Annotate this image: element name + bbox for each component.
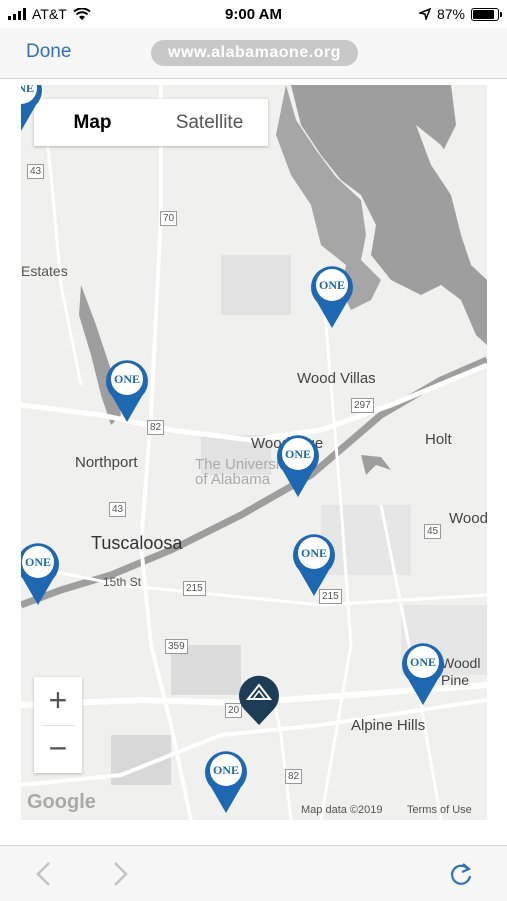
place-label-northport: Northport <box>75 454 138 471</box>
route-shield: 43 <box>27 164 45 179</box>
route-shield: 82 <box>147 420 165 435</box>
map-view[interactable]: Map Satellite Estates Wood Villas Northp… <box>21 85 487 820</box>
zoom-control: + − <box>34 677 82 773</box>
pin-label: ONE <box>318 278 345 292</box>
route-shield: 43 <box>109 502 127 517</box>
battery-fill <box>473 9 494 19</box>
logo-marker-icon[interactable] <box>238 673 280 725</box>
place-label-woodl-pine: Woodl Pine <box>441 655 481 688</box>
zoom-divider <box>42 725 74 726</box>
route-shield: 297 <box>351 398 374 413</box>
url-pill[interactable]: www.alabamaone.org <box>151 40 358 66</box>
route-shield: 82 <box>285 769 303 784</box>
location-arrow-icon <box>418 8 431 20</box>
battery-icon <box>471 7 502 21</box>
pin-label: ONE <box>113 372 140 386</box>
location-pin[interactable]: ONE <box>104 356 150 422</box>
refresh-icon[interactable] <box>448 860 474 888</box>
location-pin[interactable]: ONE <box>21 85 44 131</box>
route-shield: 359 <box>165 639 188 654</box>
route-shield: 215 <box>183 581 206 596</box>
battery-percent: 87% <box>436 6 465 22</box>
map-attribution: Map data ©2019 <box>301 804 383 816</box>
map-type-map[interactable]: Map <box>34 99 151 146</box>
pin-label: ONE <box>409 655 436 669</box>
forward-chevron-icon[interactable] <box>112 860 130 888</box>
terms-of-use-link[interactable]: Terms of Use <box>407 804 472 816</box>
pin-label: ONE <box>300 546 327 560</box>
place-label-wood-villas: Wood Villas <box>297 370 376 387</box>
route-shield: 70 <box>160 211 178 226</box>
location-pin[interactable]: ONE <box>309 262 355 328</box>
place-label-wood: Wood <box>449 510 487 527</box>
place-label-estates: Estates <box>21 263 68 279</box>
pin-label: ONE <box>21 85 34 95</box>
location-pin[interactable]: ONE <box>203 747 249 813</box>
location-pin[interactable]: ONE <box>291 530 337 596</box>
status-right: 87% <box>418 6 502 22</box>
browser-nav-bar: Done www.alabamaone.org <box>0 28 507 79</box>
done-button[interactable]: Done <box>26 41 71 63</box>
map-type-satellite[interactable]: Satellite <box>151 99 268 146</box>
location-pin[interactable]: ONE <box>400 639 446 705</box>
back-chevron-icon[interactable] <box>34 860 52 888</box>
pin-label: ONE <box>24 555 51 569</box>
route-shield: 45 <box>424 524 442 539</box>
browser-toolbar <box>0 845 507 901</box>
pin-label: ONE <box>284 447 311 461</box>
map-type-control: Map Satellite <box>34 99 268 146</box>
status-bar: AT&T 9:00 AM 87% <box>0 0 507 28</box>
pin-label: ONE <box>212 763 239 777</box>
street-label-15th: 15th St <box>103 575 142 589</box>
location-pin[interactable]: ONE <box>21 539 61 605</box>
location-pin[interactable]: ONE <box>275 431 321 497</box>
zoom-out-button[interactable]: − <box>34 725 82 773</box>
place-label-alpine-hills: Alpine Hills <box>351 717 426 734</box>
google-logo: Google <box>27 791 96 813</box>
place-label-tuscaloosa: Tuscaloosa <box>91 533 183 553</box>
zoom-in-button[interactable]: + <box>34 677 82 725</box>
place-label-holt: Holt <box>425 431 452 448</box>
